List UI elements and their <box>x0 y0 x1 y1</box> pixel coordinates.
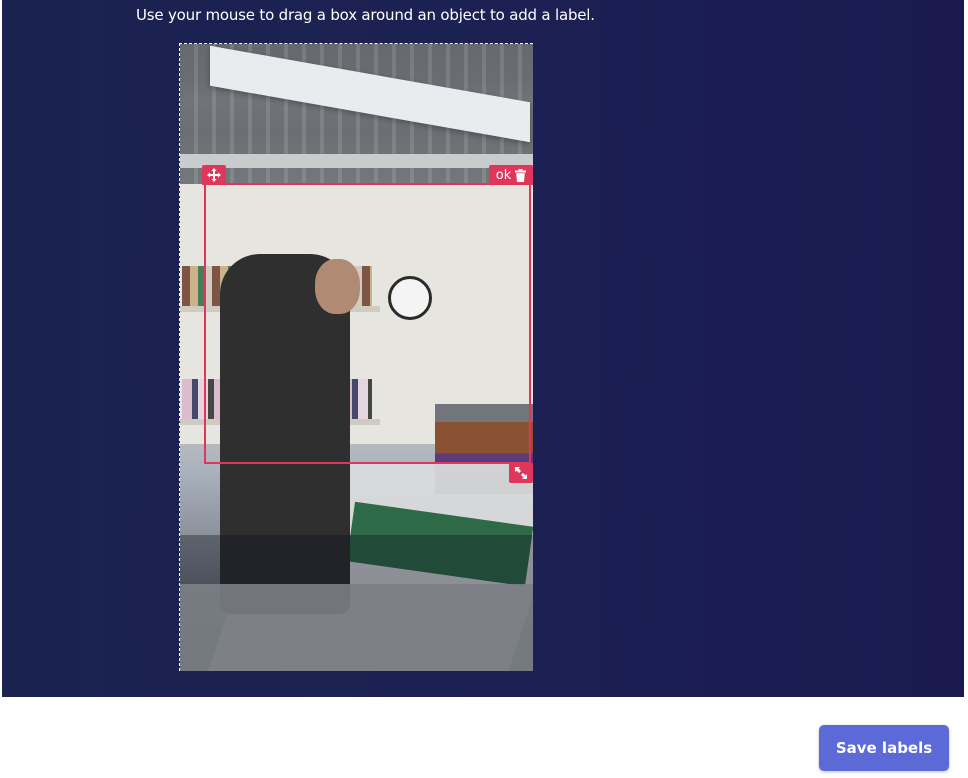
bounding-box-label-tag[interactable]: ok <box>489 165 533 185</box>
bounding-box-move-handle[interactable] <box>202 165 226 185</box>
save-labels-button[interactable]: Save labels <box>819 725 949 771</box>
instructions-text: Use your mouse to drag a box around an o… <box>136 6 595 24</box>
move-arrows-icon <box>207 168 221 182</box>
photo-bottom-shade <box>180 535 533 671</box>
photo-ceiling-beam <box>180 154 533 168</box>
bounding-box[interactable] <box>204 183 531 464</box>
bounding-box-resize-handle[interactable] <box>509 463 533 483</box>
trash-icon[interactable] <box>515 168 527 182</box>
resize-diagonal-icon <box>515 467 527 479</box>
bounding-box-label-text: ok <box>495 167 512 183</box>
